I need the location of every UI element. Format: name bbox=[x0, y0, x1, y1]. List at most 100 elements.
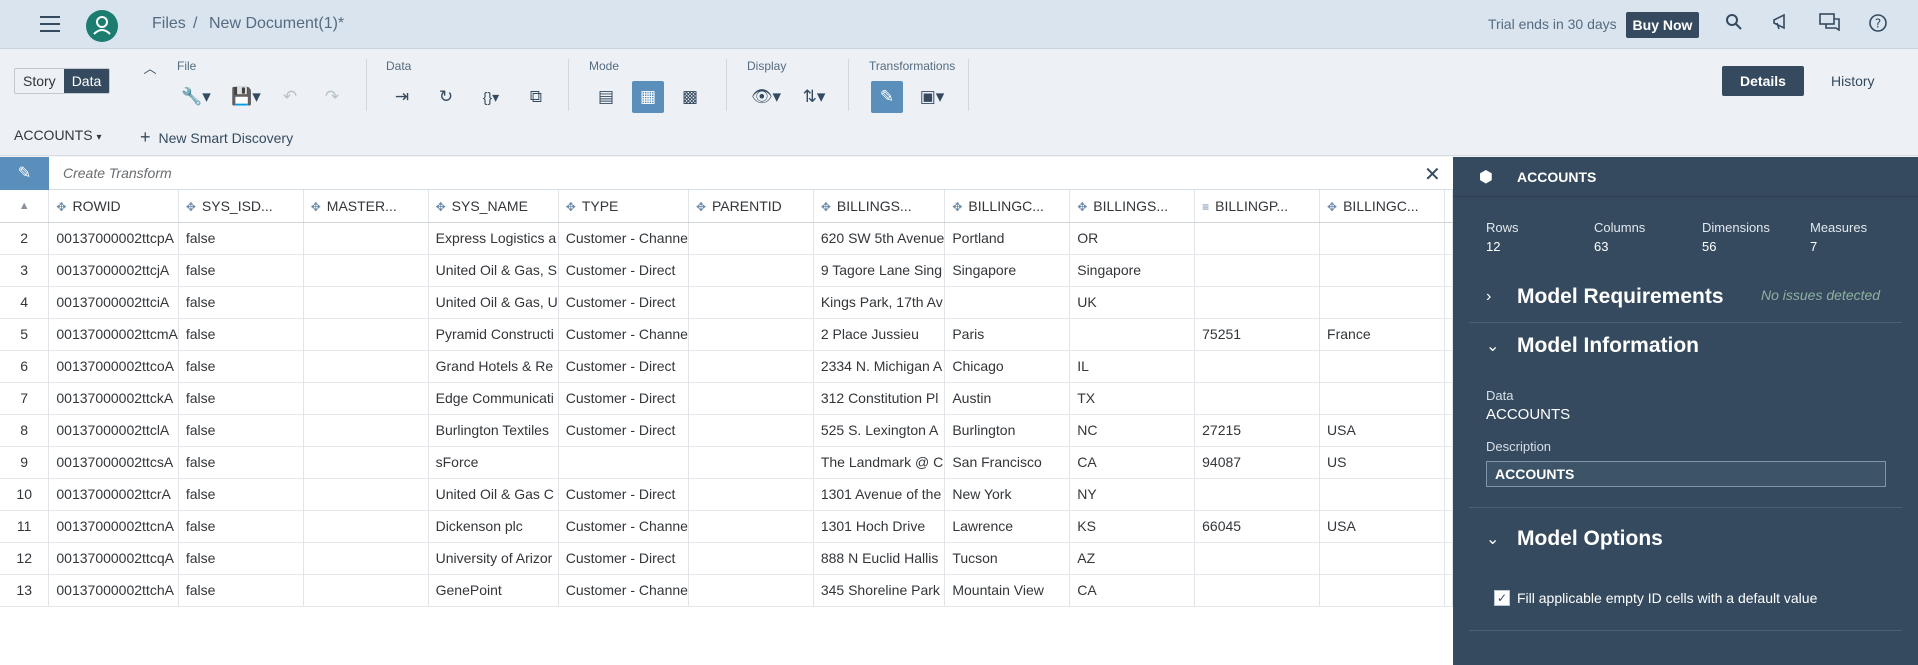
table-cell[interactable]: false bbox=[178, 286, 304, 319]
save-icon[interactable]: 💾▾ bbox=[230, 81, 262, 113]
table-cell[interactable]: Dickenson plc bbox=[428, 510, 559, 543]
table-cell[interactable] bbox=[1319, 222, 1445, 255]
table-cell[interactable]: sForce bbox=[428, 446, 559, 479]
table-cell[interactable]: Customer - Direct bbox=[558, 254, 689, 287]
model-information-header[interactable]: Model Information bbox=[1517, 334, 1699, 358]
table-cell[interactable]: NC bbox=[1069, 414, 1196, 447]
table-cell[interactable]: 00137000002ttchA bbox=[48, 574, 179, 607]
help-icon[interactable]: ? bbox=[1867, 13, 1889, 35]
table-cell[interactable]: OR bbox=[1069, 222, 1196, 255]
table-cell[interactable]: false bbox=[178, 350, 304, 383]
table-cell[interactable] bbox=[688, 286, 814, 319]
table-cell[interactable] bbox=[688, 414, 814, 447]
search-icon[interactable] bbox=[1723, 13, 1745, 35]
table-cell[interactable]: 27215 bbox=[1194, 414, 1321, 447]
table-cell[interactable] bbox=[1319, 478, 1445, 511]
row-number[interactable]: 7 bbox=[0, 382, 50, 415]
table-cell[interactable] bbox=[1194, 350, 1321, 383]
table-cell[interactable] bbox=[1444, 542, 1453, 575]
table-cell[interactable]: false bbox=[178, 446, 304, 479]
row-number[interactable]: 12 bbox=[0, 542, 50, 575]
table-cell[interactable]: Mountain View bbox=[944, 574, 1071, 607]
announcement-icon[interactable] bbox=[1771, 13, 1793, 35]
model-requirements-header[interactable]: Model Requirements bbox=[1517, 285, 1724, 309]
table-cell[interactable]: false bbox=[178, 574, 304, 607]
table-cell[interactable]: San Francisco bbox=[944, 446, 1071, 479]
table-cell[interactable]: 00137000002ttclA bbox=[48, 414, 179, 447]
row-number[interactable]: 5 bbox=[0, 318, 50, 351]
table-cell[interactable] bbox=[688, 510, 814, 543]
table-cell[interactable]: GenePoint bbox=[428, 574, 559, 607]
table-cell[interactable] bbox=[303, 254, 429, 287]
table-cell[interactable] bbox=[1319, 286, 1445, 319]
table-cell[interactable]: Customer - Direct bbox=[558, 542, 689, 575]
table-cell[interactable]: false bbox=[178, 478, 304, 511]
table-cell[interactable]: Austin bbox=[944, 382, 1071, 415]
column-header[interactable]: ✥ BILLINGC... bbox=[944, 190, 1071, 223]
create-transform-input[interactable]: Create Transform bbox=[63, 165, 172, 181]
column-header[interactable]: ✥ BILLINGS... bbox=[1069, 190, 1196, 223]
table-cell[interactable] bbox=[688, 222, 814, 255]
discussion-icon[interactable] bbox=[1819, 13, 1841, 35]
collapse-toolbar-icon[interactable]: ︿ bbox=[134, 51, 166, 83]
visibility-icon[interactable]: 👁▾ bbox=[750, 81, 782, 113]
row-number[interactable]: 3 bbox=[0, 254, 50, 287]
data-tab[interactable]: Data bbox=[63, 69, 110, 93]
table-cell[interactable]: United Oil & Gas C bbox=[428, 478, 559, 511]
table-cell[interactable]: 00137000002ttcsA bbox=[48, 446, 179, 479]
table-cell[interactable] bbox=[303, 446, 429, 479]
formula-icon[interactable]: {}▾ bbox=[475, 81, 507, 113]
table-cell[interactable]: University of Arizor bbox=[428, 542, 559, 575]
table-cell[interactable]: Singapore bbox=[944, 254, 1071, 287]
column-header[interactable]: ✥ PARENTID bbox=[688, 190, 814, 223]
table-cell[interactable] bbox=[1444, 382, 1453, 415]
table-cell[interactable]: USA bbox=[1319, 510, 1445, 543]
table-cell[interactable]: Customer - Channe bbox=[558, 574, 689, 607]
row-number[interactable]: 9 bbox=[0, 446, 50, 479]
table-cell[interactable]: USA bbox=[1319, 414, 1445, 447]
table-cell[interactable]: 9 Tagore Lane Sing bbox=[813, 254, 946, 287]
table-cell[interactable] bbox=[1194, 222, 1321, 255]
combine-data-icon[interactable]: ⧉ bbox=[520, 81, 552, 113]
description-input[interactable]: ACCOUNTS bbox=[1486, 461, 1886, 487]
new-smart-discovery-button[interactable]: + New Smart Discovery bbox=[140, 127, 293, 148]
table-cell[interactable]: 888 N Euclid Hallis bbox=[813, 542, 946, 575]
table-cell[interactable] bbox=[303, 542, 429, 575]
table-cell[interactable] bbox=[558, 446, 689, 479]
table-cell[interactable]: UK bbox=[1069, 286, 1196, 319]
table-cell[interactable]: The Landmark @ C bbox=[813, 446, 946, 479]
table-cell[interactable]: 00137000002ttcrA bbox=[48, 478, 179, 511]
table-cell[interactable] bbox=[303, 574, 429, 607]
table-cell[interactable] bbox=[1194, 254, 1321, 287]
table-cell[interactable] bbox=[303, 350, 429, 383]
table-cell[interactable]: 1301 Hoch Drive bbox=[813, 510, 946, 543]
table-cell[interactable] bbox=[1319, 254, 1445, 287]
table-cell[interactable]: Paris bbox=[944, 318, 1071, 351]
table-cell[interactable]: Customer - Direct bbox=[558, 478, 689, 511]
table-cell[interactable]: CA bbox=[1069, 574, 1196, 607]
table-cell[interactable] bbox=[1069, 318, 1196, 351]
dataset-dropdown[interactable]: ACCOUNTS ▾ bbox=[14, 127, 101, 143]
table-cell[interactable]: false bbox=[178, 222, 304, 255]
table-cell[interactable] bbox=[1444, 318, 1453, 351]
table-cell[interactable]: Pyramid Constructi bbox=[428, 318, 559, 351]
table-cell[interactable]: Tucson bbox=[944, 542, 1071, 575]
transform-bar-icon[interactable]: ✎ bbox=[0, 157, 49, 190]
table-cell[interactable]: Customer - Direct bbox=[558, 286, 689, 319]
table-cell[interactable]: Grand Hotels & Re bbox=[428, 350, 559, 383]
column-header[interactable] bbox=[1444, 190, 1453, 223]
table-cell[interactable]: Customer - Channe bbox=[558, 318, 689, 351]
table-cell[interactable]: Singapore bbox=[1069, 254, 1196, 287]
table-cell[interactable]: Burlington bbox=[944, 414, 1071, 447]
table-cell[interactable]: Express Logistics a bbox=[428, 222, 559, 255]
table-cell[interactable]: Edge Communicati bbox=[428, 382, 559, 415]
table-cell[interactable]: United Oil & Gas, U bbox=[428, 286, 559, 319]
table-cell[interactable]: false bbox=[178, 254, 304, 287]
row-number[interactable]: 4 bbox=[0, 286, 50, 319]
undo-icon[interactable]: ↶ bbox=[274, 81, 306, 113]
table-cell[interactable]: 2 Place Jussieu bbox=[813, 318, 946, 351]
table-cell[interactable]: Portland bbox=[944, 222, 1071, 255]
table-cell[interactable] bbox=[688, 446, 814, 479]
table-cell[interactable] bbox=[1319, 574, 1445, 607]
table-cell[interactable]: Customer - Direct bbox=[558, 414, 689, 447]
